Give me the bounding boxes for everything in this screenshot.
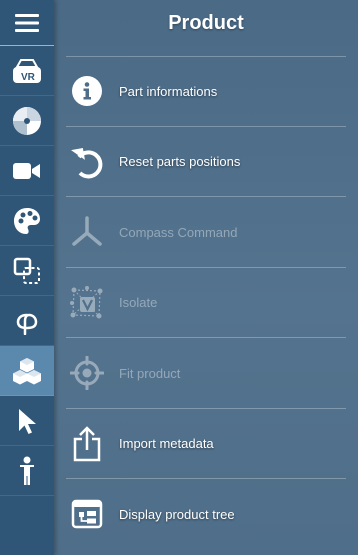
menu-item-reset-parts-positions[interactable]: Reset parts positions <box>54 127 358 197</box>
isolate-icon <box>69 285 105 321</box>
app-window: VR Product Part informations Reset parts… <box>0 0 358 555</box>
rail-disc-button[interactable] <box>0 96 54 146</box>
vr-headset-icon: VR <box>11 57 43 85</box>
rail-phi-button[interactable] <box>0 296 54 346</box>
menu-item-label: Fit product <box>119 365 181 381</box>
cursor-arrow-icon <box>16 407 38 435</box>
reset-arrow-icon <box>69 144 105 180</box>
product-panel: Product Part informations Reset parts po… <box>54 0 358 555</box>
disc-icon <box>12 106 42 136</box>
crosshair-icon <box>69 355 105 391</box>
section-box-icon <box>13 257 41 285</box>
rail-select-button[interactable] <box>0 396 54 446</box>
video-camera-icon <box>13 161 41 181</box>
palette-icon <box>13 207 41 235</box>
rail-vr-button[interactable]: VR <box>0 46 54 96</box>
menu-item-label: Import metadata <box>119 436 214 452</box>
rail-video-button[interactable] <box>0 146 54 196</box>
tree-window-icon <box>69 496 105 532</box>
hamburger-menu-icon <box>15 13 39 33</box>
person-icon <box>16 456 38 486</box>
rail-menu-button[interactable] <box>0 0 54 46</box>
rail-product-button[interactable] <box>0 346 54 396</box>
rail-person-button[interactable] <box>0 446 54 496</box>
menu-item-label: Display product tree <box>119 506 235 522</box>
menu-item-fit-product: Fit product <box>54 338 358 409</box>
rail-palette-button[interactable] <box>0 196 54 246</box>
cubes-icon <box>12 357 42 385</box>
share-upload-icon <box>69 425 105 462</box>
info-icon <box>69 73 105 109</box>
menu-item-compass-command: Compass Command <box>54 197 358 268</box>
menu-item-isolate: Isolate <box>54 268 358 338</box>
panel-title: Product <box>168 12 244 34</box>
menu-item-part-informations[interactable]: Part informations <box>54 56 358 127</box>
menu-item-label: Compass Command <box>119 224 238 240</box>
menu-item-display-product-tree[interactable]: Display product tree <box>54 479 358 550</box>
product-menu: Part informations Reset parts positions <box>54 56 358 550</box>
menu-item-label: Isolate <box>119 295 158 311</box>
icon-rail: VR <box>0 0 54 555</box>
svg-text:VR: VR <box>21 72 36 83</box>
menu-item-label: Part informations <box>119 83 218 99</box>
compass-icon <box>69 214 105 250</box>
phi-icon <box>16 307 38 335</box>
menu-item-label: Reset parts positions <box>119 154 241 170</box>
menu-item-import-metadata[interactable]: Import metadata <box>54 409 358 479</box>
rail-section-button[interactable] <box>0 246 54 296</box>
